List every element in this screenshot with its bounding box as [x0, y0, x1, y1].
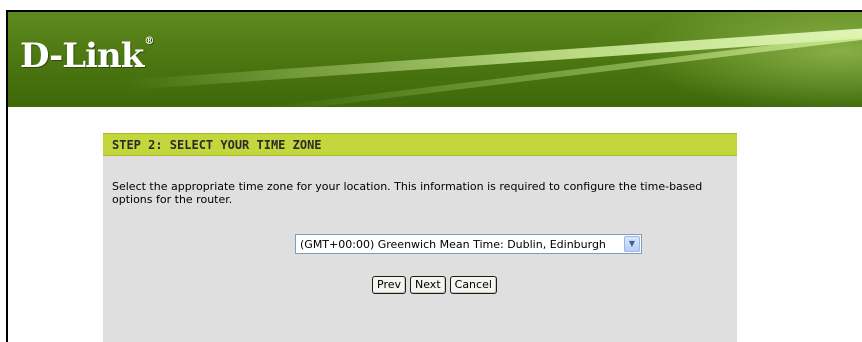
header-banner: D-Link®: [8, 12, 862, 107]
timezone-select[interactable]: (GMT+00:00) Greenwich Mean Time: Dublin,…: [295, 234, 642, 254]
logo-text: D-Link: [20, 36, 144, 76]
step-title: STEP 2: SELECT YOUR TIME ZONE: [103, 133, 737, 156]
step-description: Select the appropriate time zone for you…: [112, 180, 703, 206]
chevron-down-icon[interactable]: ▼: [624, 236, 640, 252]
wizard-buttons: Prev Next Cancel: [372, 276, 497, 296]
cancel-button[interactable]: Cancel: [449, 276, 497, 294]
prev-button[interactable]: Prev: [372, 276, 406, 294]
step-panel: STEP 2: SELECT YOUR TIME ZONE Select the…: [103, 133, 737, 342]
registered-mark: ®: [144, 36, 154, 47]
dlink-logo: D-Link®: [20, 36, 154, 76]
timezone-selected-value: (GMT+00:00) Greenwich Mean Time: Dublin,…: [300, 238, 606, 251]
next-button[interactable]: Next: [410, 276, 446, 294]
